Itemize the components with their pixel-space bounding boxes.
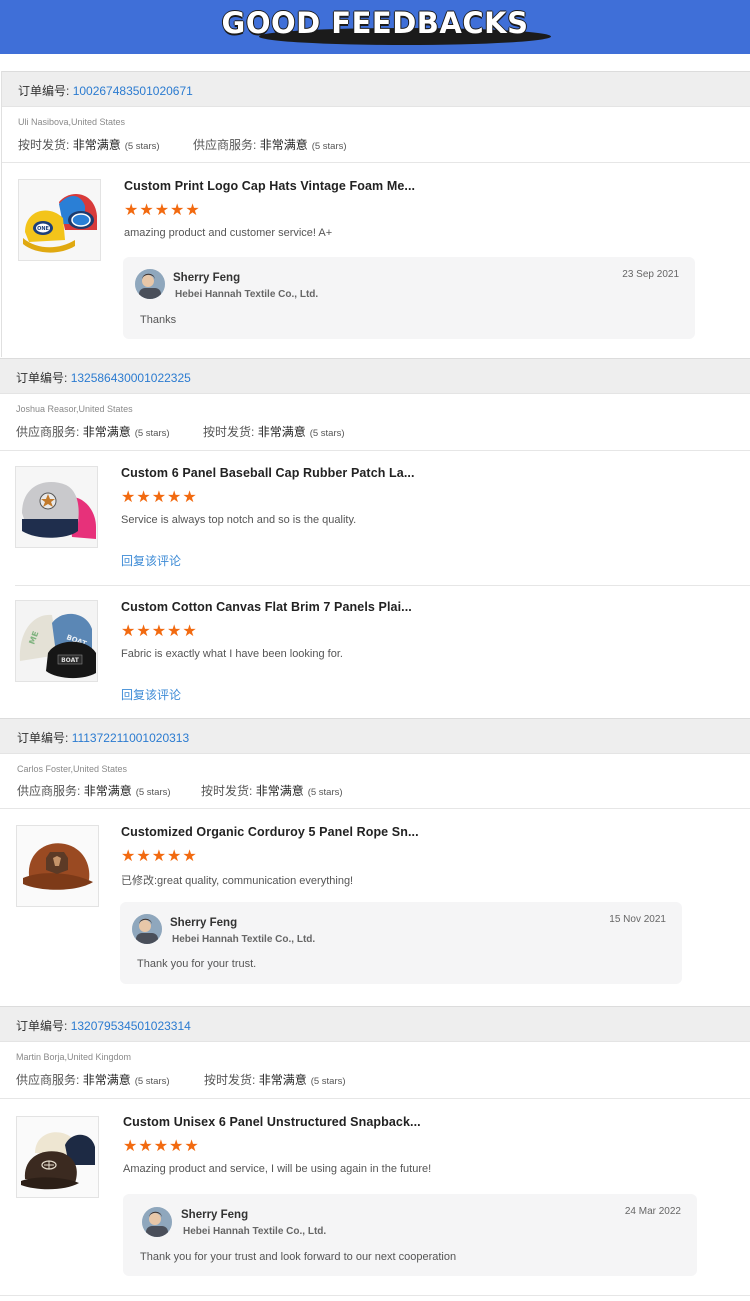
order-number: 订单编号: 132586430001022325 <box>16 371 191 385</box>
card-border <box>1 71 2 357</box>
product-image-corduroy-cap[interactable] <box>16 825 99 907</box>
star-rating: ★★★★★ <box>121 848 198 865</box>
seller-company: Hebei Hannah Textile Co., Ltd. <box>172 934 316 945</box>
product-image-foam-caps[interactable]: ONE <box>18 179 101 261</box>
seller-reply: Sherry Feng Hebei Hannah Textile Co., Lt… <box>123 1194 697 1276</box>
review-text: 已修改:great quality, communication everyth… <box>121 875 354 887</box>
reply-date: 23 Sep 2021 <box>622 269 679 280</box>
seller-name: Sherry Feng <box>170 917 238 929</box>
product-image-snapback-caps[interactable] <box>16 1116 99 1198</box>
divider <box>15 585 750 586</box>
customer-name: Uli Nasibova,United States <box>18 117 126 127</box>
order-header: 订单编号: 111372211001020313 <box>0 718 750 754</box>
seller-reply: Sherry Feng Hebei Hannah Textile Co., Lt… <box>123 257 695 339</box>
star-rating: ★★★★★ <box>121 489 198 506</box>
product-title-link[interactable]: Custom Cotton Canvas Flat Brim 7 Panels … <box>121 600 412 614</box>
reply-date: 15 Nov 2021 <box>609 914 666 925</box>
reply-to-review-link[interactable]: 回复该评论 <box>121 686 181 703</box>
order-number: 订单编号: 100267483501020671 <box>18 84 193 98</box>
order-card: 订单编号: 111372211001020313 Carlos Foster,U… <box>0 718 750 1000</box>
order-header: 订单编号: 132079534501023314 <box>0 1006 750 1042</box>
rating-delivery: 按时发货: 非常满意 (5 stars) <box>201 784 343 798</box>
rating-service: 供应商服务: 非常满意 (5 stars) <box>17 784 171 798</box>
review-text: Service is always top notch and so is th… <box>121 514 357 526</box>
seller-name: Sherry Feng <box>181 1209 249 1221</box>
review-text: Amazing product and service, I will be u… <box>123 1163 432 1175</box>
banner-title: GOOD FEEDBACKS <box>221 6 529 40</box>
divider <box>0 808 750 809</box>
seller-avatar <box>142 1207 172 1237</box>
seller-avatar <box>132 914 162 944</box>
reply-to-review-link[interactable]: 回复该评论 <box>121 552 181 569</box>
order-number-link[interactable]: 132586430001022325 <box>71 371 191 385</box>
customer-name: Joshua Reasor,United States <box>16 404 133 414</box>
order-number: 订单编号: 132079534501023314 <box>16 1019 191 1033</box>
order-number: 订单编号: 111372211001020313 <box>17 731 190 745</box>
star-rating: ★★★★★ <box>124 202 201 219</box>
order-header: 订单编号: 100267483501020671 <box>2 71 750 107</box>
seller-name: Sherry Feng <box>173 272 241 284</box>
banner: GOOD FEEDBACKS <box>0 0 750 54</box>
reply-text: Thanks <box>140 314 177 326</box>
product-image-canvas-caps[interactable]: ME BOAT BOAT <box>15 600 98 682</box>
star-rating: ★★★★★ <box>123 1138 200 1155</box>
reply-text: Thank you for your trust. <box>137 958 257 970</box>
order-card: 订单编号: 132079534501023314 Martin Borja,Un… <box>0 1006 750 1301</box>
product-image-rubber-patch-cap[interactable] <box>15 466 98 548</box>
rating-delivery: 按时发货: 非常满意 (5 stars) <box>203 425 345 439</box>
order-card: 订单编号: 100267483501020671 Uli Nasibova,Un… <box>2 71 750 357</box>
reply-text: Thank you for your trust and look forwar… <box>140 1251 457 1263</box>
seller-reply: Sherry Feng Hebei Hannah Textile Co., Lt… <box>120 902 682 984</box>
order-number-link[interactable]: 100267483501020671 <box>73 84 193 98</box>
review-text: Fabric is exactly what I have been looki… <box>121 648 343 660</box>
product-title-link[interactable]: Custom Unisex 6 Panel Unstructured Snapb… <box>123 1115 421 1129</box>
rating-delivery: 按时发货: 非常满意 (5 stars) <box>204 1073 346 1087</box>
seller-company: Hebei Hannah Textile Co., Ltd. <box>183 1226 327 1237</box>
seller-avatar <box>135 269 165 299</box>
rating-service: 供应商服务: 非常满意 (5 stars) <box>16 425 170 439</box>
svg-text:ONE: ONE <box>37 226 49 232</box>
order-card: 订单编号: 132586430001022325 Joshua Reasor,U… <box>0 358 750 718</box>
divider <box>2 162 750 163</box>
customer-name: Carlos Foster,United States <box>17 764 128 774</box>
order-number-link[interactable]: 111372211001020313 <box>72 731 189 745</box>
order-header: 订单编号: 132586430001022325 <box>0 358 750 394</box>
product-title-link[interactable]: Custom 6 Panel Baseball Cap Rubber Patch… <box>121 466 415 480</box>
reply-date: 24 Mar 2022 <box>624 1206 681 1217</box>
divider <box>0 450 750 451</box>
product-title-link[interactable]: Customized Organic Corduroy 5 Panel Rope… <box>121 825 419 839</box>
seller-company: Hebei Hannah Textile Co., Ltd. <box>175 289 319 300</box>
customer-name: Martin Borja,United Kingdom <box>16 1052 132 1062</box>
order-number-link[interactable]: 132079534501023314 <box>71 1019 191 1033</box>
svg-text:BOAT: BOAT <box>61 657 80 664</box>
review-text: amazing product and customer service! A+ <box>124 227 333 239</box>
product-title-link[interactable]: Custom Print Logo Cap Hats Vintage Foam … <box>124 179 415 193</box>
divider <box>0 1098 750 1099</box>
divider <box>0 1295 750 1296</box>
rating-service: 供应商服务: 非常满意 (5 stars) <box>16 1073 170 1087</box>
star-rating: ★★★★★ <box>121 623 198 640</box>
rating-delivery: 按时发货: 非常满意 (5 stars) <box>18 138 160 152</box>
rating-service: 供应商服务: 非常满意 (5 stars) <box>193 138 347 152</box>
